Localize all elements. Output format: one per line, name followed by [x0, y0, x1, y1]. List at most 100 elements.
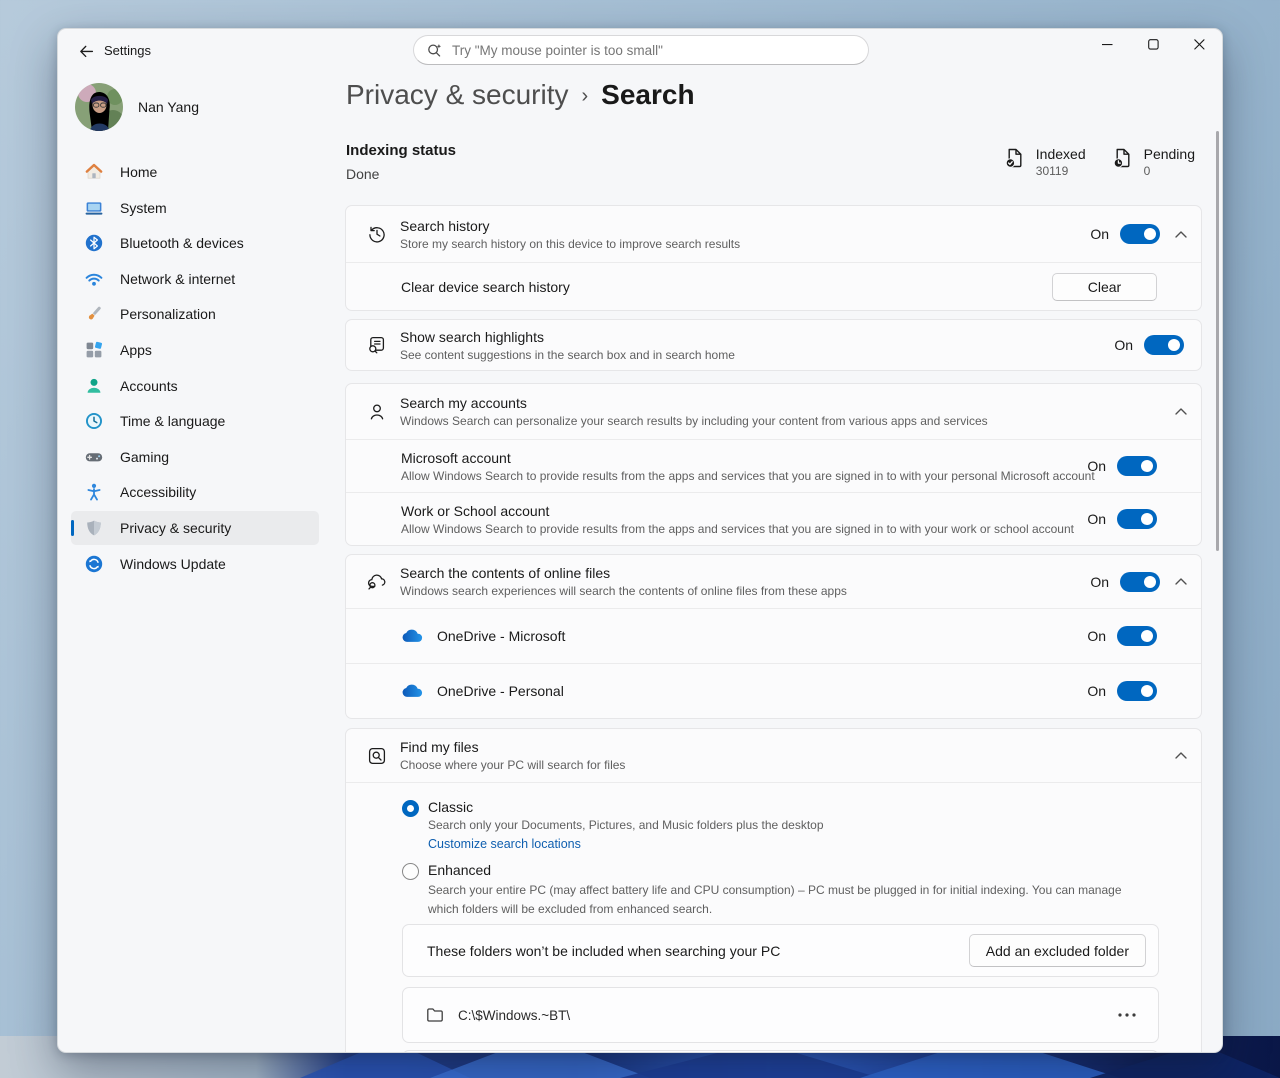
classic-title: Classic: [428, 799, 474, 815]
microsoft-account-title: Microsoft account: [401, 449, 511, 466]
classic-option: Classic Search only your Documents, Pict…: [402, 799, 824, 853]
microsoft-account-toggle[interactable]: [1117, 456, 1157, 476]
back-button[interactable]: [69, 38, 103, 64]
chevron-up-icon[interactable]: [1175, 578, 1187, 585]
indexing-stats: Indexed 30119 Pending 0: [1002, 146, 1195, 178]
online-files-state: On: [1090, 573, 1109, 590]
find-my-files-description: Choose where your PC will search for fil…: [400, 758, 626, 772]
sidebar-item-label: Gaming: [120, 448, 170, 465]
sidebar-item-label: Personalization: [120, 306, 216, 323]
search-history-toggle[interactable]: [1120, 224, 1160, 244]
settings-window: Settings Try "My mouse pointer is too sm…: [57, 28, 1223, 1053]
find-my-files-card: Find my files Choose where your PC will …: [345, 728, 1202, 1052]
microsoft-account-state: On: [1087, 458, 1106, 474]
breadcrumb-separator-icon: ›: [581, 85, 589, 107]
search-accounts-header-row: Search my accounts Windows Search can pe…: [346, 384, 1201, 439]
sidebar-item-system[interactable]: System: [71, 191, 319, 225]
pending-label: Pending: [1143, 146, 1195, 162]
sidebar-item-home[interactable]: Home: [71, 155, 319, 189]
onedrive-personal-toggle[interactable]: [1117, 681, 1157, 701]
onedrive-icon: [402, 628, 426, 644]
pending-value: 0: [1143, 164, 1151, 178]
divider: [346, 782, 1201, 783]
sidebar-item-gaming[interactable]: Gaming: [71, 440, 319, 474]
search-history-card: Search history Store my search history o…: [345, 205, 1202, 311]
clear-history-row: Clear device search history Clear: [346, 263, 1201, 310]
find-my-files-header-row: Find my files Choose where your PC will …: [346, 729, 1201, 782]
onedrive-microsoft-toggle[interactable]: [1117, 626, 1157, 646]
customize-search-locations-link[interactable]: Customize search locations: [428, 837, 581, 851]
search-highlights-title: Show search highlights: [400, 328, 544, 345]
sidebar-item-bluetooth-devices[interactable]: Bluetooth & devices: [71, 226, 319, 260]
scrollbar-thumb[interactable]: [1216, 131, 1219, 551]
search-history-row: Search history Store my search history o…: [346, 206, 1201, 262]
work-school-account-description: Allow Windows Search to provide results …: [401, 521, 1074, 536]
online-files-toggle[interactable]: [1120, 571, 1160, 592]
sidebar-nav: Home System Bluetooth & devices Network …: [71, 155, 319, 581]
sidebar-item-label: Home: [120, 164, 158, 180]
work-school-account-row: Work or School account Allow Windows Sea…: [346, 493, 1201, 545]
sidebar-item-time-language[interactable]: Time & language: [71, 404, 319, 438]
classic-radio[interactable]: [402, 800, 419, 817]
wifi-icon: [84, 269, 104, 289]
app-title: Settings: [104, 43, 151, 58]
onedrive-icon: [402, 683, 426, 699]
folder-icon: [425, 1005, 445, 1025]
search-highlights-toggle[interactable]: [1144, 335, 1184, 355]
indexing-status-title: Indexing status: [346, 142, 457, 159]
avatar: [75, 83, 123, 131]
sidebar-item-label: Accounts: [120, 377, 178, 394]
sidebar-item-privacy-security[interactable]: Privacy & security: [71, 510, 319, 545]
online-files-header-row: Search the contents of online files Wind…: [346, 555, 1201, 608]
cloud-search-icon: [366, 571, 388, 593]
find-files-icon: [366, 745, 388, 767]
main-content: Privacy & security › Search Indexing sta…: [345, 29, 1202, 1052]
sidebar-item-label: Windows Update: [120, 555, 226, 572]
sidebar-item-accessibility[interactable]: Accessibility: [71, 475, 319, 509]
add-excluded-folder-button[interactable]: Add an excluded folder: [968, 934, 1146, 967]
microsoft-account-row: Microsoft account Allow Windows Search t…: [346, 440, 1201, 492]
back-arrow-icon: [79, 45, 93, 57]
indexed-stat: Indexed 30119: [1002, 146, 1086, 178]
pending-stat: Pending 0: [1110, 146, 1195, 178]
onedrive-microsoft-row: OneDrive - Microsoft On: [346, 609, 1201, 663]
clear-button[interactable]: Clear: [1052, 272, 1157, 301]
sidebar-item-accounts[interactable]: Accounts: [71, 369, 319, 403]
chevron-up-icon[interactable]: [1175, 408, 1187, 415]
search-highlights-state: On: [1114, 337, 1133, 353]
enhanced-radio[interactable]: [402, 863, 419, 880]
sidebar-item-apps[interactable]: Apps: [71, 333, 319, 367]
shield-icon: [84, 518, 104, 538]
online-files-description: Windows search experiences will search t…: [400, 584, 847, 598]
breadcrumb: Privacy & security › Search: [346, 79, 695, 111]
sidebar-item-personalization[interactable]: Personalization: [71, 297, 319, 331]
update-icon: [84, 554, 104, 574]
indexing-status-block: Indexing status Done: [346, 142, 456, 182]
sidebar-item-label: System: [120, 199, 167, 216]
sidebar-item-label: Bluetooth & devices: [120, 235, 244, 252]
indexing-status-value: Done: [346, 166, 380, 182]
onedrive-personal-state: On: [1087, 683, 1106, 699]
more-options-icon[interactable]: [1118, 1013, 1136, 1017]
breadcrumb-parent[interactable]: Privacy & security: [346, 79, 569, 111]
work-school-account-title: Work or School account: [401, 502, 550, 519]
chevron-up-icon[interactable]: [1175, 230, 1187, 238]
sidebar-item-label: Accessibility: [120, 484, 197, 501]
sidebar-item-windows-update[interactable]: Windows Update: [71, 547, 319, 581]
person-outline-icon: [366, 401, 388, 423]
work-school-account-toggle[interactable]: [1117, 509, 1157, 529]
sidebar-item-label: Privacy & security: [120, 519, 232, 536]
chevron-up-icon[interactable]: [1175, 752, 1187, 759]
enhanced-title: Enhanced: [428, 862, 492, 878]
excluded-folder-row: C:\$Windows.~BT\: [402, 987, 1159, 1043]
search-highlights-description: See content suggestions in the search bo…: [400, 347, 735, 362]
excluded-folder-row-partial: [402, 1050, 1159, 1052]
sidebar-item-network-internet[interactable]: Network & internet: [71, 262, 319, 296]
indexed-label: Indexed: [1035, 146, 1086, 162]
search-highlights-card: Show search highlights See content sugge…: [345, 319, 1202, 371]
search-history-title: Search history: [400, 217, 490, 234]
work-school-account-state: On: [1087, 511, 1106, 527]
classic-description: Search only your Documents, Pictures, an…: [428, 818, 824, 832]
microsoft-account-description: Allow Windows Search to provide results …: [401, 468, 1095, 483]
excluded-folders-label: These folders won’t be included when sea…: [427, 942, 781, 959]
